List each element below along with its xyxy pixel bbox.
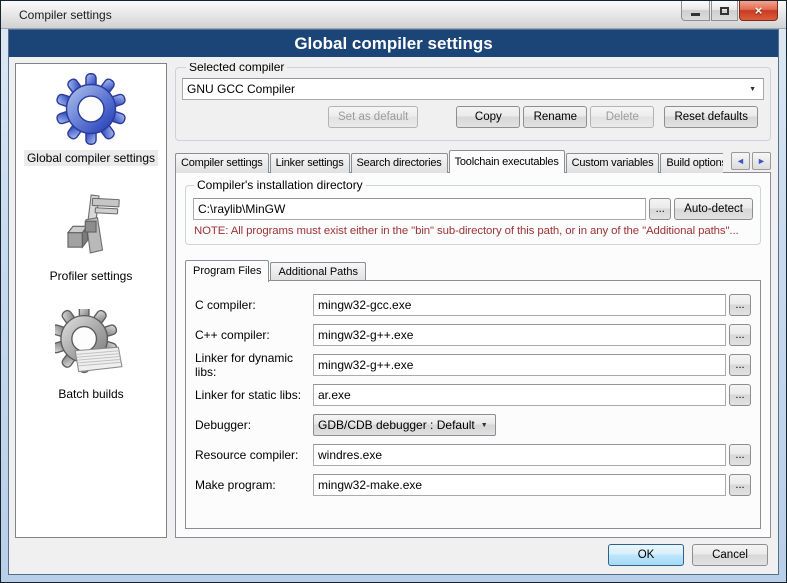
maximize-button[interactable]: [711, 1, 738, 21]
installation-directory-input[interactable]: [193, 198, 646, 220]
close-icon: ×: [755, 4, 763, 17]
minimize-button[interactable]: [681, 1, 710, 21]
compiler-settings-window: Compiler settings × Global compiler sett…: [0, 0, 787, 583]
chevron-down-icon: ▼: [481, 422, 488, 429]
linker-for-dynamic-libs-input[interactable]: [313, 354, 726, 376]
tab-scroll-left-button[interactable]: ◄: [731, 152, 750, 170]
tab-compiler-settings[interactable]: Compiler settings: [175, 153, 269, 173]
title-bar[interactable]: Compiler settings ×: [1, 1, 786, 29]
field-label: Debugger:: [195, 418, 313, 432]
set-as-default-button: Set as default: [328, 106, 418, 128]
program-files-panel: C compiler:...C++ compiler:...Linker for…: [185, 280, 761, 529]
resource-compiler-input[interactable]: [313, 444, 726, 466]
reset-defaults-button[interactable]: Reset defaults: [664, 106, 758, 128]
delete-button: Delete: [590, 106, 654, 128]
make-program-input[interactable]: [313, 474, 726, 496]
field-label: Linker for dynamic libs:: [195, 351, 313, 379]
field-label: C compiler:: [195, 298, 313, 312]
browse-button[interactable]: ...: [729, 354, 751, 376]
profiler-caliper-icon: [54, 190, 128, 264]
compiler-select-value: GNU GCC Compiler: [187, 82, 743, 96]
installation-directory-group: Compiler's installation directory ... Au…: [185, 185, 761, 245]
batch-gear-icon: [54, 308, 128, 382]
dialog-footer: OK Cancel: [9, 540, 778, 574]
browse-button[interactable]: ...: [729, 444, 751, 466]
field-label: C++ compiler:: [195, 328, 313, 342]
auto-detect-button[interactable]: Auto-detect: [674, 198, 753, 220]
installation-directory-label: Compiler's installation directory: [194, 178, 366, 192]
tab-search-directories[interactable]: Search directories: [351, 153, 448, 173]
c-compiler-input[interactable]: [313, 294, 726, 316]
field-label: Linker for static libs:: [195, 388, 313, 402]
tab-scroll-right-button[interactable]: ►: [752, 152, 771, 170]
sidebar-item-label: Batch builds: [55, 386, 126, 402]
debugger-select-value: GDB/CDB debugger : Default: [318, 418, 475, 432]
copy-button[interactable]: Copy: [456, 106, 520, 128]
linker-for-static-libs-input[interactable]: [313, 384, 726, 406]
note-text: NOTE: All programs must exist either in …: [194, 225, 753, 237]
programs-subtabs: Program FilesAdditional Paths: [185, 258, 761, 281]
ok-button[interactable]: OK: [608, 544, 684, 566]
subtab-additional-paths[interactable]: Additional Paths: [270, 262, 366, 281]
cancel-button[interactable]: Cancel: [692, 544, 768, 566]
browse-directory-button[interactable]: ...: [649, 198, 671, 220]
field-row-c++-compiler: C++ compiler:...: [195, 324, 751, 346]
field-row-resource-compiler: Resource compiler:...: [195, 444, 751, 466]
tab-toolchain-executables[interactable]: Toolchain executables: [449, 150, 565, 173]
subtab-program-files[interactable]: Program Files: [185, 260, 269, 282]
selected-compiler-group: Selected compiler GNU GCC Compiler ▼ Set…: [175, 67, 771, 141]
installation-path-row: ... Auto-detect: [193, 198, 753, 220]
page-title: Global compiler settings: [294, 34, 492, 54]
field-row-c-compiler: C compiler:...: [195, 294, 751, 316]
field-row-debugger: Debugger: GDB/CDB debugger : Default ▼: [195, 414, 751, 436]
browse-button[interactable]: ...: [729, 474, 751, 496]
field-label: Resource compiler:: [195, 448, 313, 462]
sidebar-item-label: Profiler settings: [47, 268, 136, 284]
selected-compiler-label: Selected compiler: [186, 63, 287, 74]
tab-scroll-buttons: ◄ ►: [729, 152, 771, 170]
compiler-buttons-row: Set as default CopyRenameDelete Reset defa…: [182, 106, 764, 128]
maximize-icon: [720, 7, 729, 15]
chevron-down-icon: ▼: [749, 86, 756, 93]
close-button[interactable]: ×: [739, 1, 778, 21]
sidebar-item-profiler-settings[interactable]: Profiler settings: [47, 190, 136, 284]
tab-scroll-right-icon: ►: [757, 157, 766, 166]
dialog-frame: Global compiler settings Global compiler…: [8, 29, 779, 575]
tab-linker-settings[interactable]: Linker settings: [270, 153, 350, 173]
compiler-select[interactable]: GNU GCC Compiler ▼: [182, 78, 764, 100]
debugger-select[interactable]: GDB/CDB debugger : Default ▼: [313, 414, 496, 436]
browse-button[interactable]: ...: [729, 324, 751, 346]
sidebar-item-global-compiler-settings[interactable]: Global compiler settings: [24, 72, 158, 166]
field-label: Make program:: [195, 478, 313, 492]
tab-scroll-left-icon: ◄: [736, 157, 745, 166]
window-controls: ×: [680, 1, 778, 21]
browse-button[interactable]: ...: [729, 294, 751, 316]
window-title: Compiler settings: [1, 8, 112, 22]
c++-compiler-input[interactable]: [313, 324, 726, 346]
gear-blue-icon: [54, 72, 128, 146]
category-list: Global compiler settings Profiler setting…: [15, 63, 167, 538]
dialog-header: Global compiler settings: [9, 30, 778, 57]
sidebar-item-label: Global compiler settings: [24, 150, 158, 166]
field-row-linker-for-static-libs: Linker for static libs:...: [195, 384, 751, 406]
main-tabs: Compiler settingsLinker settingsSearch d…: [175, 150, 723, 173]
tab-build-options[interactable]: Build options: [660, 153, 723, 173]
rename-button[interactable]: Rename: [523, 106, 587, 128]
main-panel: Selected compiler GNU GCC Compiler ▼ Set…: [175, 63, 771, 538]
sidebar-item-batch-builds[interactable]: Batch builds: [54, 308, 128, 402]
dialog-content: Global compiler settings Profiler setting…: [9, 57, 778, 540]
field-row-linker-for-dynamic-libs: Linker for dynamic libs:...: [195, 354, 751, 376]
field-row-make-program: Make program:...: [195, 474, 751, 496]
main-tabstrip: Compiler settingsLinker settingsSearch d…: [175, 148, 771, 173]
browse-button[interactable]: ...: [729, 384, 751, 406]
tab-custom-variables[interactable]: Custom variables: [566, 153, 660, 173]
minimize-icon: [691, 13, 700, 16]
toolchain-tab-panel: Compiler's installation directory ... Au…: [175, 172, 771, 538]
